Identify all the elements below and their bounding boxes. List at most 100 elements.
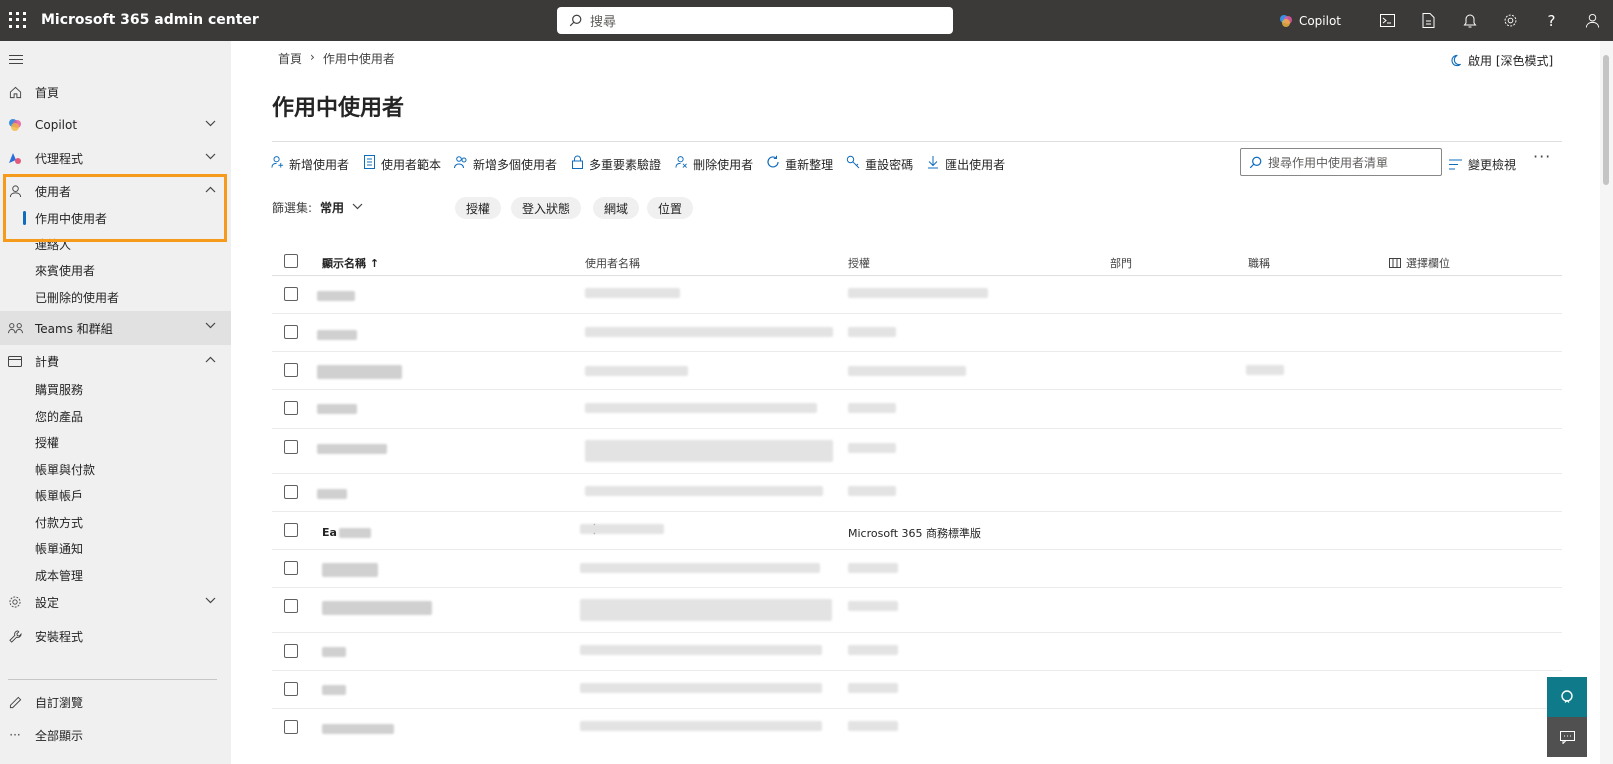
table-row[interactable] [272, 474, 1562, 512]
redacted-username [580, 524, 664, 534]
redacted-name [317, 489, 347, 499]
global-search-box[interactable]: 搜尋 [557, 7, 953, 34]
nav-deleted-users[interactable]: 已刪除的使用者 [35, 286, 119, 308]
scrollbar-thumb[interactable] [1603, 55, 1609, 185]
row-checkbox[interactable] [284, 325, 298, 339]
add-multiple-users-label: 新增多個使用者 [473, 157, 558, 172]
more-options-icon[interactable]: ··· [1533, 147, 1551, 166]
add-multiple-users-button[interactable]: 新增多個使用者 [454, 155, 557, 173]
nav-show-all[interactable]: ··· 全部顯示 [0, 719, 231, 751]
table-row[interactable] [272, 390, 1562, 429]
filter-pill-license[interactable]: 授權 [455, 197, 502, 219]
nav-bills-payments[interactable]: 帳單與付款 [35, 458, 95, 480]
column-display-name[interactable]: 顯示名稱 ↑ [322, 255, 379, 271]
choose-columns-button[interactable]: 選擇欄位 [1389, 255, 1450, 271]
row-checkbox[interactable] [284, 523, 298, 537]
row-checkbox[interactable] [284, 720, 298, 734]
row-checkbox[interactable] [284, 644, 298, 658]
row-checkbox[interactable] [284, 401, 298, 415]
user-templates-button[interactable]: 使用者範本 [362, 155, 441, 173]
table-row[interactable] [272, 633, 1562, 671]
nav-teams-label: Teams 和群組 [35, 321, 113, 336]
nav-billing-accounts[interactable]: 帳單帳戶 [35, 484, 83, 506]
app-title[interactable]: Microsoft 365 admin center [41, 12, 259, 28]
filter-set-dropdown[interactable]: 常用 [320, 199, 344, 216]
nav-purchase-services[interactable]: 購買服務 [35, 378, 83, 400]
account-avatar-icon[interactable] [1572, 0, 1613, 41]
feedback-chat-button[interactable] [1547, 717, 1587, 757]
export-users-button[interactable]: 匯出使用者 [926, 155, 1005, 173]
terminal-icon[interactable] [1367, 0, 1408, 41]
row-checkbox[interactable] [284, 440, 298, 454]
nav-licenses[interactable]: 授權 [35, 431, 59, 453]
table-row[interactable] [272, 550, 1562, 588]
table-row[interactable] [272, 709, 1562, 747]
nav-agents[interactable]: 代理程式 [0, 142, 231, 174]
row-checkbox[interactable] [284, 287, 298, 301]
row-checkbox[interactable] [284, 485, 298, 499]
row-display-name[interactable]: Ea [322, 526, 337, 539]
redacted-name [322, 685, 346, 695]
redacted-name [317, 330, 357, 340]
nav-teams-groups[interactable]: Teams 和群組 [0, 311, 231, 345]
help-question-icon[interactable]: ? [1531, 0, 1572, 41]
wrench-icon [7, 629, 23, 643]
notification-bell-icon[interactable] [1449, 0, 1490, 41]
vertical-scrollbar[interactable] [1600, 41, 1613, 764]
change-view-button[interactable]: 變更檢視 [1449, 149, 1516, 179]
settings-gear-icon[interactable] [1490, 0, 1531, 41]
table-row[interactable] [272, 276, 1562, 314]
users-table: 顯示名稱 ↑ 使用者名稱 授權 部門 職稱 選擇欄位 Ea Microsoft … [272, 246, 1562, 747]
filter-pill-domain[interactable]: 網域 [593, 197, 640, 219]
copilot-button[interactable]: Copilot [1279, 14, 1341, 28]
collapse-navigation-icon[interactable] [9, 55, 23, 67]
row-checkbox[interactable] [284, 561, 298, 575]
nav-billing-notifications[interactable]: 帳單通知 [35, 537, 83, 559]
nav-home[interactable]: 首頁 [0, 76, 231, 108]
filter-pill-signin-status[interactable]: 登入狀態 [511, 197, 582, 219]
table-row[interactable] [272, 352, 1562, 390]
refresh-button[interactable]: 重新整理 [766, 155, 833, 173]
row-checkbox[interactable] [284, 363, 298, 377]
column-department[interactable]: 部門 [1110, 255, 1132, 271]
nav-payment-methods[interactable]: 付款方式 [35, 511, 83, 533]
add-user-button[interactable]: 新增使用者 [270, 155, 349, 173]
nav-billing[interactable]: 計費 [0, 345, 231, 377]
chevron-down-icon [205, 594, 216, 607]
table-row[interactable]: Ea ⋮ Microsoft 365 商務標準版 [272, 512, 1562, 550]
table-row[interactable] [272, 671, 1562, 709]
nav-cost-management[interactable]: 成本管理 [35, 564, 83, 586]
breadcrumb-home[interactable]: 首頁 [278, 50, 302, 67]
select-all-checkbox[interactable] [284, 254, 298, 268]
table-row[interactable] [272, 588, 1562, 633]
chevron-down-icon[interactable] [352, 202, 363, 213]
refresh-label: 重新整理 [785, 157, 834, 172]
filter-pill-location[interactable]: 位置 [647, 197, 694, 219]
column-username[interactable]: 使用者名稱 [585, 255, 640, 271]
row-checkbox[interactable] [284, 682, 298, 696]
refresh-icon [766, 155, 780, 173]
export-users-label: 匯出使用者 [945, 157, 1006, 172]
app-launcher-icon[interactable] [6, 9, 28, 31]
reset-password-button[interactable]: 重設密碼 [846, 155, 913, 173]
nav-your-products[interactable]: 您的產品 [35, 405, 83, 427]
mfa-button[interactable]: 多重要素驗證 [570, 155, 661, 173]
document-icon[interactable] [1408, 0, 1449, 41]
nav-guest-users[interactable]: 來賓使用者 [35, 259, 95, 281]
table-row[interactable] [272, 429, 1562, 474]
nav-setup[interactable]: 安裝程式 [0, 620, 231, 652]
nav-settings[interactable]: 設定 [0, 586, 231, 618]
redacted-license [848, 403, 896, 413]
row-checkbox[interactable] [284, 599, 298, 613]
dark-mode-toggle[interactable]: 啟用 [深色模式] [1449, 52, 1553, 69]
column-job-title[interactable]: 職稱 [1248, 255, 1270, 271]
user-list-search-input[interactable]: 搜尋作用中使用者清單 [1240, 148, 1442, 176]
nav-copilot[interactable]: Copilot [0, 109, 231, 141]
nav-customize[interactable]: 自訂瀏覽 [0, 686, 231, 718]
copilot-label: Copilot [1298, 13, 1341, 28]
column-license[interactable]: 授權 [848, 255, 870, 271]
delete-user-button[interactable]: 刪除使用者 [674, 155, 753, 173]
redacted-license [848, 288, 988, 298]
table-row[interactable] [272, 314, 1562, 352]
help-assistant-button[interactable] [1547, 677, 1587, 717]
